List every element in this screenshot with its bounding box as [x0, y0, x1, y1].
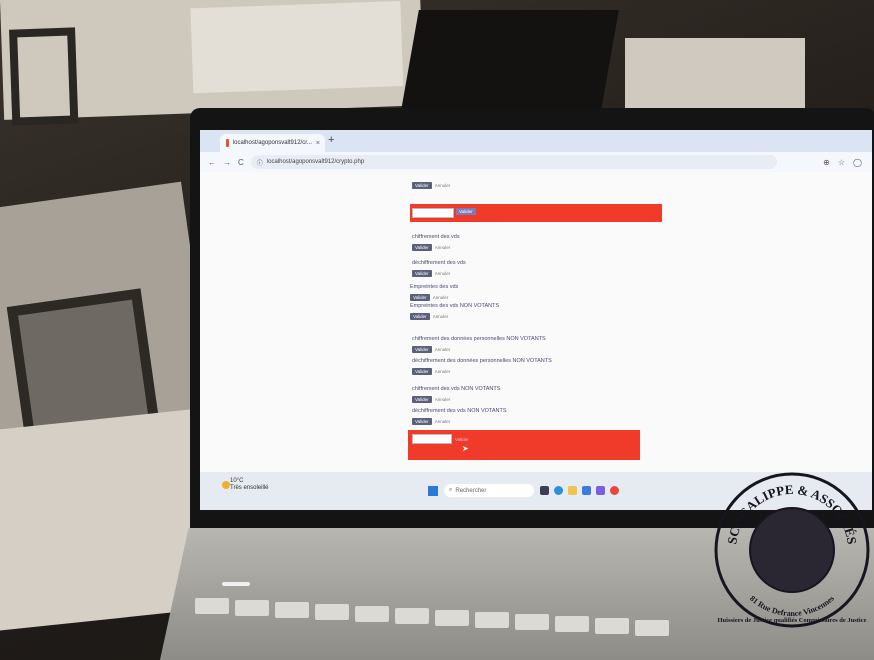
key[interactable]: [235, 600, 269, 616]
key[interactable]: [275, 602, 309, 618]
valider-button[interactable]: Valider: [412, 346, 432, 353]
key[interactable]: [395, 608, 429, 624]
stamp-seal: SCP CALIPPE & ASSOCIÉS 81 Rue Defrance V…: [714, 472, 870, 628]
valider-button[interactable]: Valider: [412, 418, 432, 425]
key[interactable]: [475, 612, 509, 628]
weather-desc: Très ensoleillé: [230, 485, 269, 491]
laptop-screen: localhost/agoponsvalt912/cr... × + ← → C…: [200, 130, 872, 510]
key[interactable]: [515, 614, 549, 630]
section-title: Empreintes des vds: [410, 284, 459, 290]
valider-button[interactable]: Valider: [412, 244, 432, 251]
key[interactable]: [435, 610, 469, 626]
reload-icon[interactable]: C: [238, 158, 244, 167]
taskbar-search[interactable]: ⌕ Rechercher: [444, 484, 534, 497]
section-title: chiffrement des vds NON VOTANTS: [412, 386, 501, 392]
web-page: Valider Annuler Valider chiffrement des v…: [200, 172, 872, 472]
section: chiffrement des données personnelles NON…: [412, 336, 546, 353]
section-title: déchiffrement des vds NON VOTANTS: [412, 408, 507, 414]
forward-icon[interactable]: →: [223, 158, 231, 167]
section: chiffrement des vds Valider Annuler: [412, 234, 460, 251]
picture-frame: [9, 27, 79, 126]
annuler-label: Annuler: [434, 369, 451, 374]
section: Empreintes des vds NON VOTANTS Valider An…: [410, 303, 499, 320]
seal-emblem: [749, 507, 835, 593]
power-led: [222, 582, 250, 586]
favicon-icon: [226, 139, 229, 147]
section: Empreintes des vds Valider Annuler: [410, 284, 458, 301]
app-icon[interactable]: [596, 486, 605, 495]
section-title: chiffrement des vds: [412, 234, 460, 240]
valider-button[interactable]: Valider: [410, 294, 430, 301]
windows-start-icon[interactable]: [428, 486, 438, 496]
address-bar: ← → C ⓘ localhost/agoponsvalt912/crypto.…: [200, 152, 872, 173]
annuler-label: Annuler: [434, 347, 451, 352]
tab-title: localhost/agoponsvalt912/cr...: [232, 140, 312, 146]
paper-sheet: [190, 1, 404, 94]
key[interactable]: [635, 620, 669, 636]
store-icon[interactable]: [582, 486, 591, 495]
annuler-label: Annuler: [434, 271, 451, 276]
section: déchiffrement des vds NON VOTANTS Valide…: [412, 408, 507, 425]
valider-button[interactable]: Valider: [412, 396, 432, 403]
profile-icon[interactable]: ◯: [853, 158, 862, 167]
red-form-input-bottom[interactable]: [412, 434, 452, 444]
valider-button[interactable]: Valider: [412, 270, 432, 277]
weather-temp: 10°C: [230, 478, 244, 484]
valider-button[interactable]: Valider: [410, 313, 430, 320]
top-annuler-label: Annuler: [434, 183, 451, 188]
stamp-address: 81 Rue Defrance Vincennes: [748, 594, 836, 618]
key[interactable]: [555, 616, 589, 632]
red-form-submit[interactable]: Valider: [456, 208, 476, 215]
edge-icon[interactable]: [554, 486, 563, 495]
section: déchiffrement des données personnelles N…: [412, 358, 552, 375]
browser-tabbar: localhost/agoponsvalt912/cr... × +: [200, 130, 872, 152]
red-form-submit-bottom[interactable]: Valider: [452, 436, 472, 443]
key[interactable]: [355, 606, 389, 622]
stamp-bottom-text: Huissiers de Justice qualifiés Commissai…: [717, 617, 866, 624]
back-icon[interactable]: ←: [208, 158, 216, 167]
top-action-row: Valider Annuler: [412, 182, 450, 189]
star-icon[interactable]: ☆: [838, 158, 845, 167]
search-icon: ⌕: [449, 487, 453, 493]
task-view-icon[interactable]: [540, 486, 549, 495]
search-placeholder: Rechercher: [455, 487, 487, 494]
annuler-label: Annuler: [432, 314, 449, 319]
sun-icon: [222, 481, 230, 489]
paper-documents: [0, 0, 424, 126]
browser-tab[interactable]: localhost/agoponsvalt912/cr... ×: [220, 134, 325, 152]
section-title: déchiffrement des données personnelles N…: [412, 358, 552, 364]
section: chiffrement des vds NON VOTANTS Valider A…: [412, 386, 500, 403]
dark-object: [401, 10, 619, 110]
section-title: déchiffrement des vds: [412, 260, 466, 266]
red-form-input[interactable]: [412, 208, 454, 218]
annuler-label: Annuler: [434, 245, 451, 250]
annuler-label: Annuler: [434, 419, 451, 424]
white-box: [625, 38, 805, 110]
top-valider-button[interactable]: Valider: [412, 182, 432, 189]
section-title: chiffrement des données personnelles NON…: [412, 336, 546, 342]
svg-text:81 Rue Defrance Vincennes: 81 Rue Defrance Vincennes: [748, 594, 836, 618]
site-info-icon[interactable]: ⓘ: [257, 158, 263, 167]
section: déchiffrement des vds Valider Annuler: [412, 260, 466, 277]
mouse-cursor-icon: ➤: [462, 444, 469, 453]
key[interactable]: [315, 604, 349, 620]
new-tab-button[interactable]: +: [328, 134, 334, 146]
key[interactable]: [195, 598, 229, 614]
file-explorer-icon[interactable]: [568, 486, 577, 495]
chrome-icon[interactable]: [610, 486, 619, 495]
annuler-label: Annuler: [434, 397, 451, 402]
url-input[interactable]: ⓘ localhost/agoponsvalt912/crypto.php: [250, 155, 777, 169]
weather-widget[interactable]: 10°C Très ensoleillé: [230, 478, 268, 492]
annuler-label: Annuler: [432, 295, 449, 300]
zoom-icon[interactable]: ⊕: [823, 158, 830, 167]
valider-button[interactable]: Valider: [412, 368, 432, 375]
key[interactable]: [595, 618, 629, 634]
url-text: localhost/agoponsvalt912/crypto.php: [266, 159, 365, 165]
close-icon[interactable]: ×: [316, 140, 320, 147]
section-title: Empreintes des vds NON VOTANTS: [410, 303, 500, 309]
